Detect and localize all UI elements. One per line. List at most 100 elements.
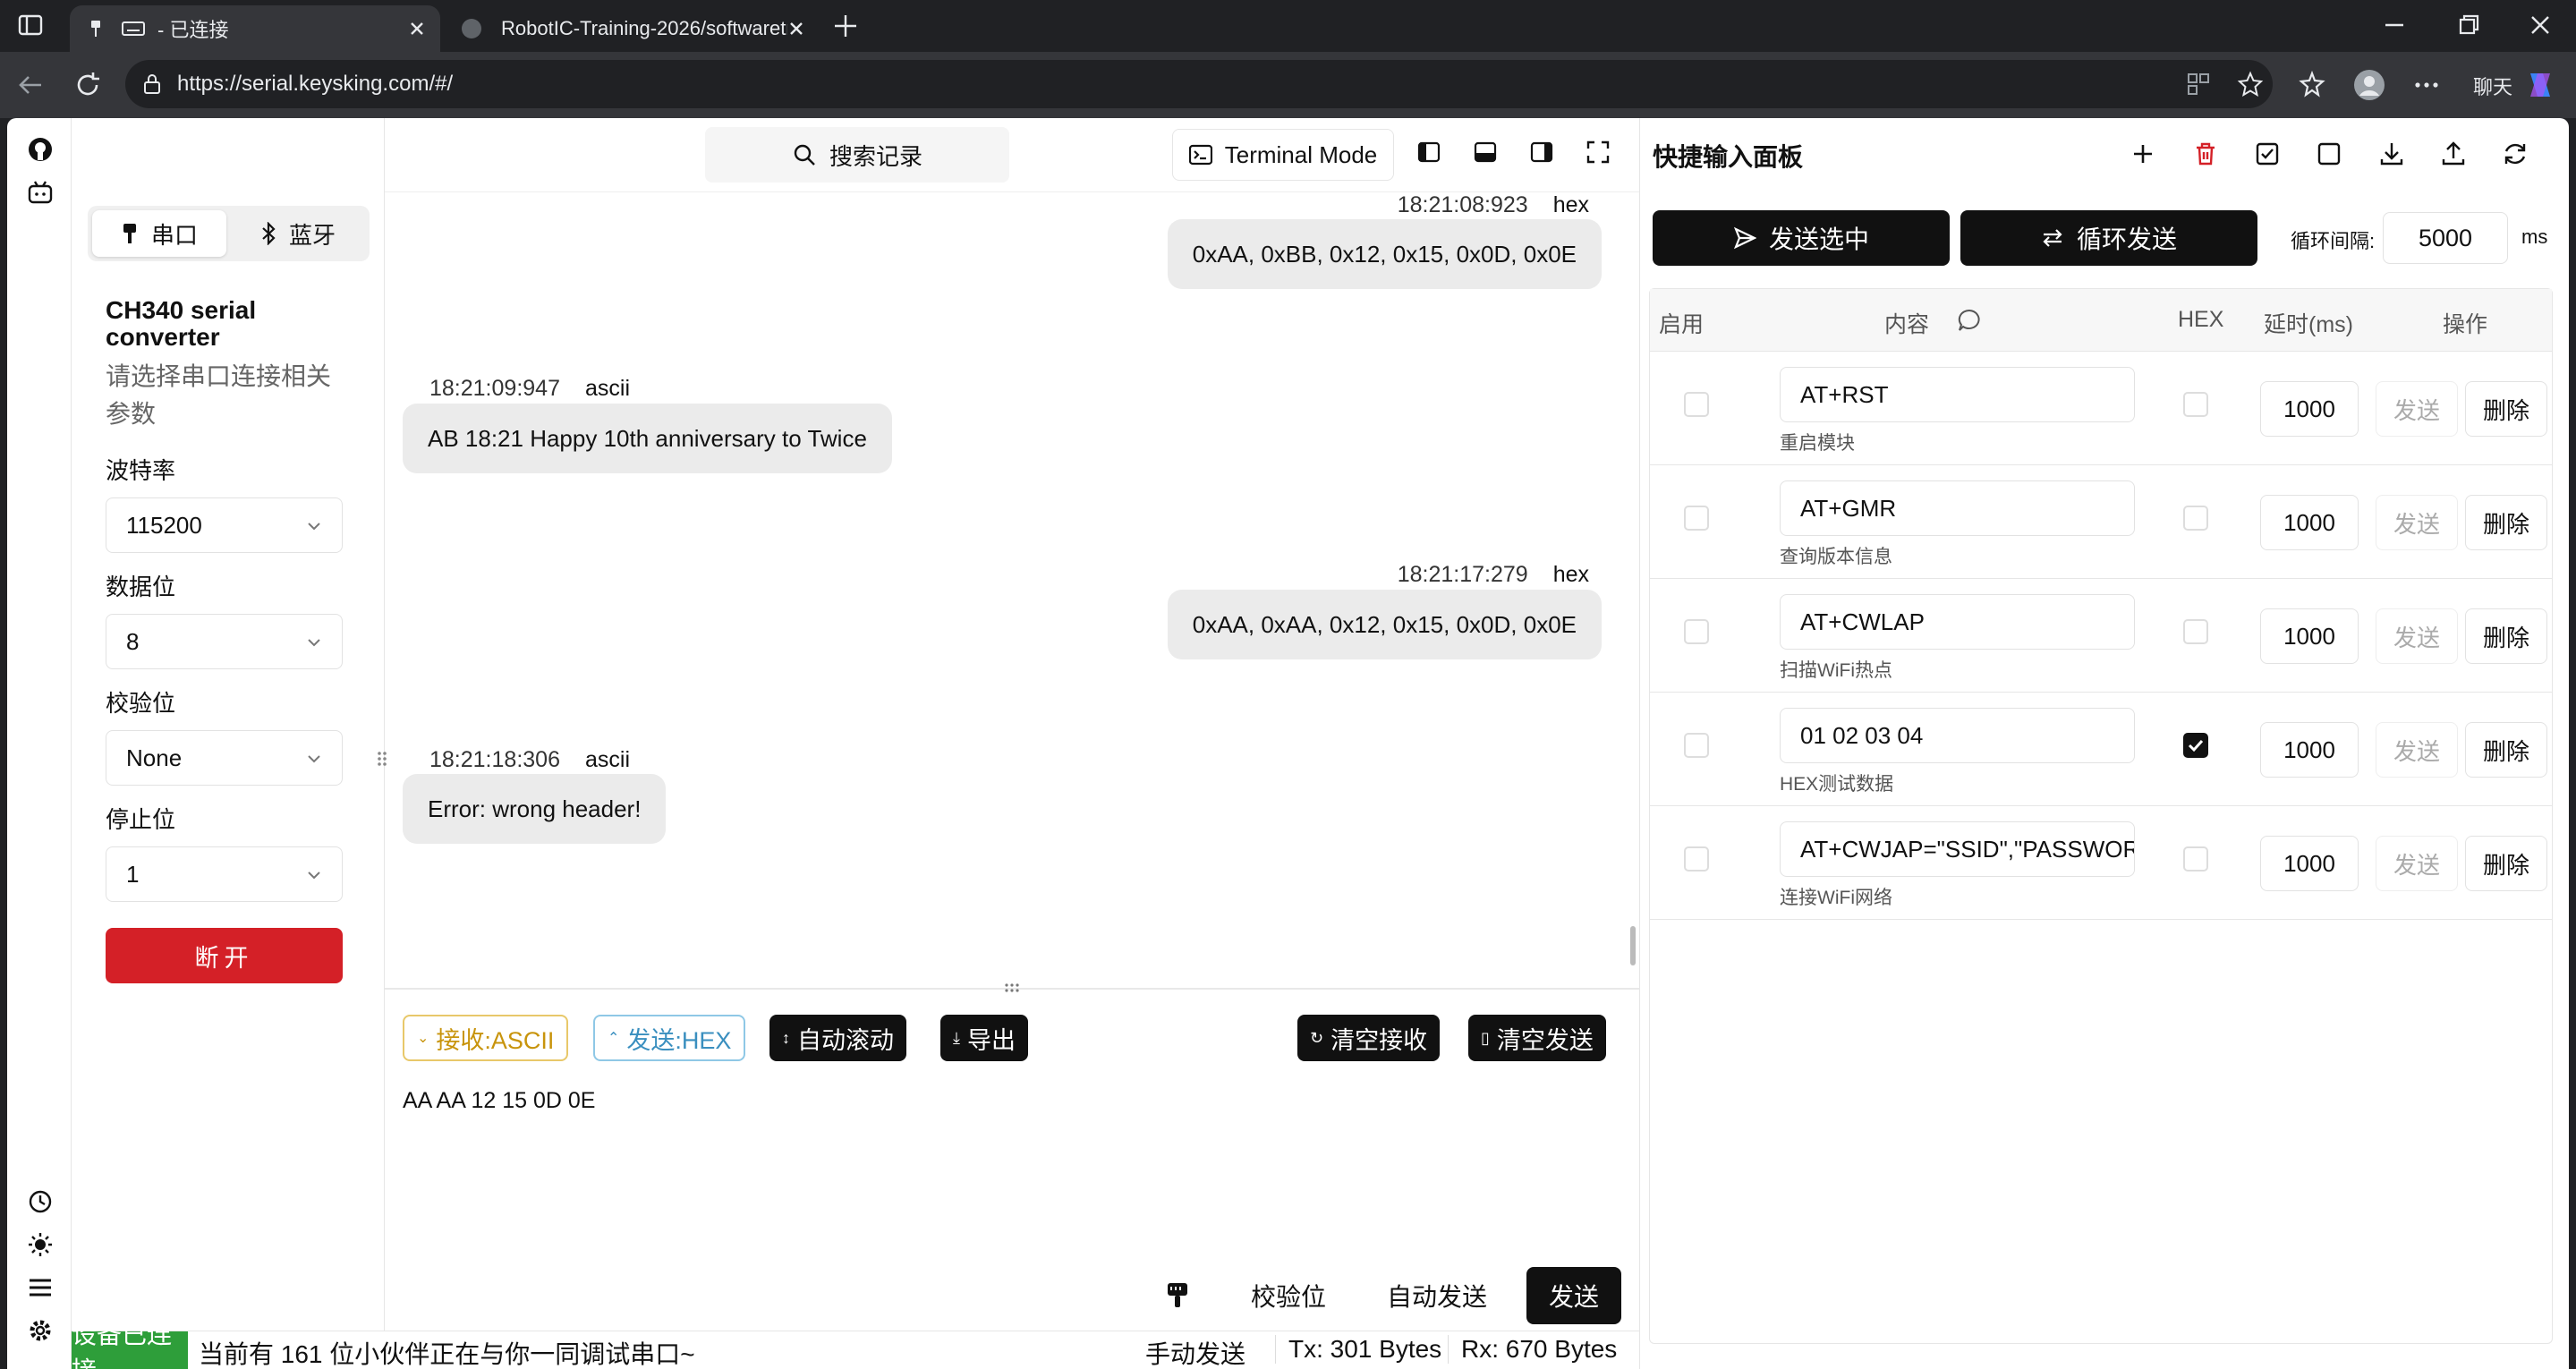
url-field[interactable]: https://serial.keysking.com/#/ <box>125 60 2273 108</box>
restore-icon[interactable] <box>2456 13 2481 38</box>
browser-tab-active[interactable]: - 已连接 <box>70 5 440 52</box>
send-selected-button[interactable]: 发送选中 <box>1653 210 1950 266</box>
delay-input[interactable]: 1000 <box>2260 381 2359 437</box>
minimize-icon[interactable] <box>2382 13 2407 38</box>
settings-gear-icon[interactable] <box>27 1317 54 1344</box>
hex-checkbox[interactable] <box>2183 506 2208 531</box>
refresh-icon[interactable] <box>2501 140 2529 168</box>
row-send-button[interactable]: 发送 <box>2376 608 2458 664</box>
tab-actions-icon[interactable] <box>16 11 45 39</box>
app-available-icon[interactable] <box>2186 72 2211 97</box>
message-bubble-sent[interactable]: 0xAA, 0xBB, 0x12, 0x15, 0x0D, 0x0E <box>1167 219 1602 289</box>
command-input[interactable]: AT+GMR <box>1780 480 2135 536</box>
row-delete-button[interactable]: 删除 <box>2465 608 2547 664</box>
profile-avatar-icon[interactable] <box>2353 69 2385 101</box>
auto-send-button[interactable]: 自动发送 <box>1387 1267 1487 1324</box>
enable-checkbox[interactable] <box>1684 733 1709 758</box>
receive-mode-button[interactable]: ⌄ 接收:ASCII <box>403 1015 569 1061</box>
checksum-button[interactable]: 校验位 <box>1251 1267 1326 1324</box>
github-icon[interactable] <box>27 136 54 163</box>
brush-icon[interactable] <box>1163 1281 1192 1310</box>
select-all-icon[interactable] <box>2253 140 2282 168</box>
back-icon[interactable] <box>14 69 47 101</box>
site-info-icon[interactable] <box>141 73 163 95</box>
command-input[interactable]: AT+RST <box>1780 367 2135 422</box>
toggle-left-panel-icon[interactable] <box>1416 140 1441 165</box>
delay-input[interactable]: 1000 <box>2260 608 2359 664</box>
tab-bluetooth[interactable]: 蓝牙 <box>231 210 365 257</box>
delay-input[interactable]: 1000 <box>2260 495 2359 550</box>
comment-icon[interactable] <box>1956 307 1983 334</box>
close-window-icon[interactable] <box>2528 13 2553 38</box>
tx-counter: Tx: 301 Bytes <box>1275 1335 1441 1364</box>
favorite-star-icon[interactable] <box>2237 71 2264 98</box>
hex-checkbox[interactable] <box>2183 733 2208 758</box>
chat-label[interactable]: 聊天 <box>2473 72 2512 100</box>
enable-checkbox[interactable] <box>1684 846 1709 872</box>
send-button[interactable]: 发送 <box>1526 1267 1621 1324</box>
row-send-button[interactable]: 发送 <box>2376 836 2458 891</box>
hex-checkbox[interactable] <box>2183 846 2208 872</box>
browser-tab-github[interactable]: RobotIC-Training-2026/softwaretr <box>444 5 820 52</box>
disconnect-button[interactable]: 断开 <box>106 928 343 983</box>
new-tab-icon[interactable] <box>830 11 861 41</box>
interval-input[interactable]: 5000 <box>2383 212 2508 264</box>
message-meta: 18:21:17:279 hex <box>1398 562 1589 588</box>
row-delete-button[interactable]: 删除 <box>2465 381 2547 437</box>
row-send-button[interactable]: 发送 <box>2376 381 2458 437</box>
trash-icon[interactable] <box>2191 140 2220 168</box>
message-scrollbar[interactable] <box>1630 926 1636 965</box>
send-input[interactable]: AA AA 12 15 0D 0E <box>403 1088 595 1114</box>
enable-checkbox[interactable] <box>1684 506 1709 531</box>
favorites-icon[interactable] <box>2298 69 2330 101</box>
hex-checkbox[interactable] <box>2183 619 2208 644</box>
download-icon[interactable] <box>2377 140 2406 168</box>
deselect-icon[interactable] <box>2315 140 2343 168</box>
drag-handle-icon[interactable] <box>1002 982 1022 993</box>
toggle-bottom-panel-icon[interactable] <box>1473 140 1498 165</box>
message-bubble-received[interactable]: Error: wrong header! <box>403 774 667 844</box>
message-bubble-sent[interactable]: 0xAA, 0xAA, 0x12, 0x15, 0x0D, 0x0E <box>1167 590 1602 659</box>
hex-checkbox[interactable] <box>2183 392 2208 417</box>
row-delete-button[interactable]: 删除 <box>2465 722 2547 778</box>
command-input[interactable]: AT+CWLAP <box>1780 594 2135 650</box>
command-input[interactable]: AT+CWJAP="SSID","PASSWORD" <box>1780 821 2135 877</box>
clear-receive-button[interactable]: ↻ 清空接收 <box>1297 1015 1441 1061</box>
toggle-right-panel-icon[interactable] <box>1529 140 1554 165</box>
autoscroll-button[interactable]: ↕ 自动滚动 <box>769 1015 906 1061</box>
databits-select[interactable]: 8 <box>106 614 343 669</box>
fullscreen-icon[interactable] <box>1586 140 1611 165</box>
row-delete-button[interactable]: 删除 <box>2465 836 2547 891</box>
stopbits-select[interactable]: 1 <box>106 846 343 902</box>
command-input[interactable]: 01 02 03 04 <box>1780 708 2135 763</box>
export-button[interactable]: ⤓ 导出 <box>940 1015 1028 1061</box>
message-type: ascii <box>584 747 630 772</box>
row-delete-button[interactable]: 删除 <box>2465 495 2547 550</box>
reload-icon[interactable] <box>72 69 104 101</box>
menu-icon[interactable] <box>27 1274 54 1301</box>
message-bubble-received[interactable]: AB 18:21 Happy 10th anniversary to Twice <box>403 404 892 473</box>
close-tab-icon[interactable] <box>406 18 428 39</box>
history-icon[interactable] <box>27 1188 54 1215</box>
delay-input[interactable]: 1000 <box>2260 836 2359 891</box>
delay-input[interactable]: 1000 <box>2260 722 2359 778</box>
send-mode-button[interactable]: ⌃ 发送:HEX <box>593 1015 746 1061</box>
enable-checkbox[interactable] <box>1684 392 1709 417</box>
close-tab-icon[interactable] <box>786 18 807 39</box>
loop-send-button[interactable]: 循环发送 <box>1960 210 2257 266</box>
search-history-button[interactable]: 搜索记录 <box>705 127 1009 183</box>
enable-checkbox[interactable] <box>1684 619 1709 644</box>
add-icon[interactable] <box>2129 140 2157 168</box>
upload-icon[interactable] <box>2439 140 2468 168</box>
clear-send-button[interactable]: ▯ 清空发送 <box>1468 1015 1606 1061</box>
more-menu-icon[interactable] <box>2410 69 2443 101</box>
row-send-button[interactable]: 发送 <box>2376 495 2458 550</box>
row-send-button[interactable]: 发送 <box>2376 722 2458 778</box>
terminal-mode-button[interactable]: Terminal Mode <box>1172 129 1394 181</box>
baudrate-select[interactable]: 115200 <box>106 497 343 553</box>
copilot-icon[interactable] <box>2523 68 2557 102</box>
parity-select[interactable]: None <box>106 730 343 786</box>
theme-sun-icon[interactable] <box>27 1231 54 1258</box>
tab-serial[interactable]: 串口 <box>92 210 226 257</box>
bilibili-icon[interactable] <box>27 179 54 206</box>
